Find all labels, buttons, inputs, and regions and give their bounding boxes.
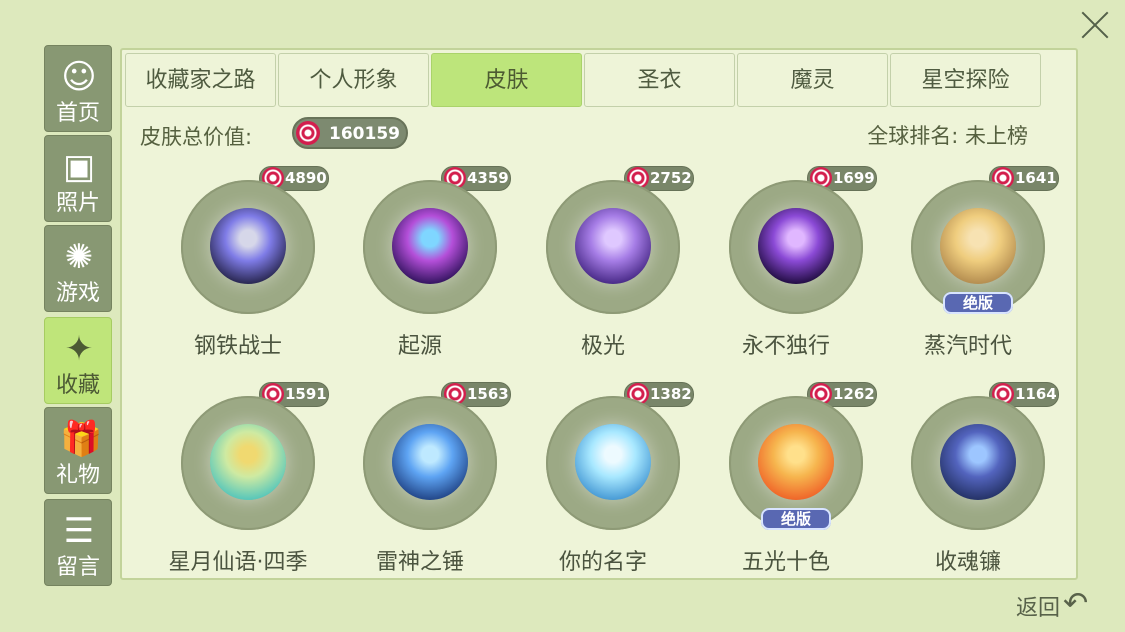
skin-item[interactable]: 1641 绝版 蒸汽时代	[880, 162, 1059, 367]
tab-bar: 收藏家之路 个人形象 皮肤 圣衣 魔灵 星空探险	[125, 53, 1042, 107]
price-text: 1164	[1015, 385, 1057, 403]
sidebar-item-label: 留言	[55, 555, 100, 580]
message-icon: ☰	[63, 511, 95, 551]
skin-item[interactable]: 1164 收魂镰	[880, 378, 1059, 583]
skin-summary: 皮肤总价值: 160159 全球排名: 未上榜	[140, 117, 1040, 151]
skin-preview-ring	[181, 396, 315, 530]
collection-icon: ✦	[64, 329, 94, 369]
price-text: 1641	[1015, 169, 1057, 187]
skin-total-value: 160159	[329, 124, 400, 144]
sidebar-item-label: 收藏	[55, 373, 100, 398]
skin-item[interactable]: 1591 星月仙语·四季	[150, 378, 329, 583]
price-text: 2752	[650, 169, 692, 187]
price-text: 4359	[467, 169, 509, 187]
skin-item[interactable]: 1699 永不独行	[698, 162, 877, 367]
skin-item[interactable]: 1563 雷神之锤	[332, 378, 511, 583]
sidebar-item-photos[interactable]: ▣ 照片	[44, 135, 112, 222]
skin-orb	[575, 208, 651, 284]
skin-name: 极光	[580, 334, 625, 359]
sidebar-item-label: 游戏	[55, 281, 100, 306]
skin-preview-ring	[363, 180, 497, 314]
limited-badge: 绝版	[943, 292, 1013, 314]
back-label: 返回	[1016, 596, 1061, 621]
skin-orb	[392, 208, 468, 284]
limited-badge: 绝版	[761, 508, 831, 530]
sidebar-item-gifts[interactable]: 🎁 礼物	[44, 407, 112, 494]
coin-icon	[296, 121, 320, 145]
skin-orb	[758, 208, 834, 284]
sidebar-item-label: 礼物	[55, 463, 100, 488]
profile-icon: ☺	[61, 57, 97, 97]
skin-orb	[210, 424, 286, 500]
close-button[interactable]	[1074, 4, 1116, 46]
skin-name: 永不独行	[741, 334, 830, 359]
skin-preview-ring	[181, 180, 315, 314]
collection-panel: 收藏家之路 个人形象 皮肤 圣衣 魔灵 星空探险 皮肤总价值: 160159 全…	[120, 48, 1078, 580]
skin-item[interactable]: 4359 起源	[332, 162, 511, 367]
price-text: 1699	[833, 169, 875, 187]
global-rank-text: 全球排名: 未上榜	[867, 124, 1028, 148]
skin-name: 钢铁战士	[193, 334, 282, 359]
photo-icon: ▣	[62, 147, 96, 187]
price-text: 4890	[285, 169, 327, 187]
skin-item[interactable]: 1382 你的名字	[515, 378, 694, 583]
skin-orb	[758, 424, 834, 500]
skin-orb	[575, 424, 651, 500]
sidebar-item-games[interactable]: ✺ 游戏	[44, 225, 112, 312]
gift-icon: 🎁	[60, 419, 103, 459]
skin-total-label: 皮肤总价值:	[140, 125, 253, 149]
price-text: 1563	[467, 385, 509, 403]
tab-personal-image[interactable]: 个人形象	[278, 53, 429, 107]
price-text: 1262	[833, 385, 875, 403]
back-arrow-icon: ↶	[1063, 586, 1089, 621]
skin-orb	[940, 208, 1016, 284]
skin-orb	[392, 424, 468, 500]
skin-orb	[940, 424, 1016, 500]
skin-name: 你的名字	[558, 550, 647, 575]
skin-orb	[210, 208, 286, 284]
sidebar-item-label: 照片	[55, 191, 100, 216]
skin-preview-ring	[363, 396, 497, 530]
skin-name: 蒸汽时代	[923, 334, 1012, 359]
skin-name: 雷神之锤	[375, 550, 464, 575]
tab-skins[interactable]: 皮肤	[431, 53, 582, 107]
sidebar-item-home[interactable]: ☺ 首页	[44, 45, 112, 132]
tab-star-exploration[interactable]: 星空探险	[890, 53, 1041, 107]
price-text: 1591	[285, 385, 327, 403]
skin-name: 收魂镰	[934, 550, 1001, 575]
skin-item[interactable]: 4890 钢铁战士	[150, 162, 329, 367]
skin-item[interactable]: 1262 绝版 五光十色	[698, 378, 877, 583]
back-button[interactable]: 返回 ↶	[1000, 584, 1100, 626]
tab-holy-cloth[interactable]: 圣衣	[584, 53, 735, 107]
skin-total-value-badge: 160159	[292, 117, 408, 149]
skin-preview-ring	[911, 396, 1045, 530]
atom-icon: ✺	[64, 237, 94, 277]
skin-name: 星月仙语·四季	[168, 550, 308, 575]
sidebar-item-messages[interactable]: ☰ 留言	[44, 499, 112, 586]
skin-preview-ring	[729, 180, 863, 314]
skin-name: 起源	[397, 334, 442, 359]
skin-preview-ring: 绝版	[911, 180, 1045, 314]
skin-item[interactable]: 2752 极光	[515, 162, 694, 367]
skin-preview-ring	[546, 396, 680, 530]
sidebar-item-collection[interactable]: ✦ 收藏	[44, 317, 112, 404]
skin-preview-ring	[546, 180, 680, 314]
tab-magic-spirit[interactable]: 魔灵	[737, 53, 888, 107]
skin-preview-ring: 绝版	[729, 396, 863, 530]
price-text: 1382	[650, 385, 692, 403]
skin-grid: 4890 钢铁战士 4359 起源 2752 极光 1699 永不独行 1641…	[122, 162, 1080, 582]
skin-name: 五光十色	[741, 550, 830, 575]
sidebar-item-label: 首页	[55, 101, 100, 126]
tab-collector-road[interactable]: 收藏家之路	[125, 53, 276, 107]
